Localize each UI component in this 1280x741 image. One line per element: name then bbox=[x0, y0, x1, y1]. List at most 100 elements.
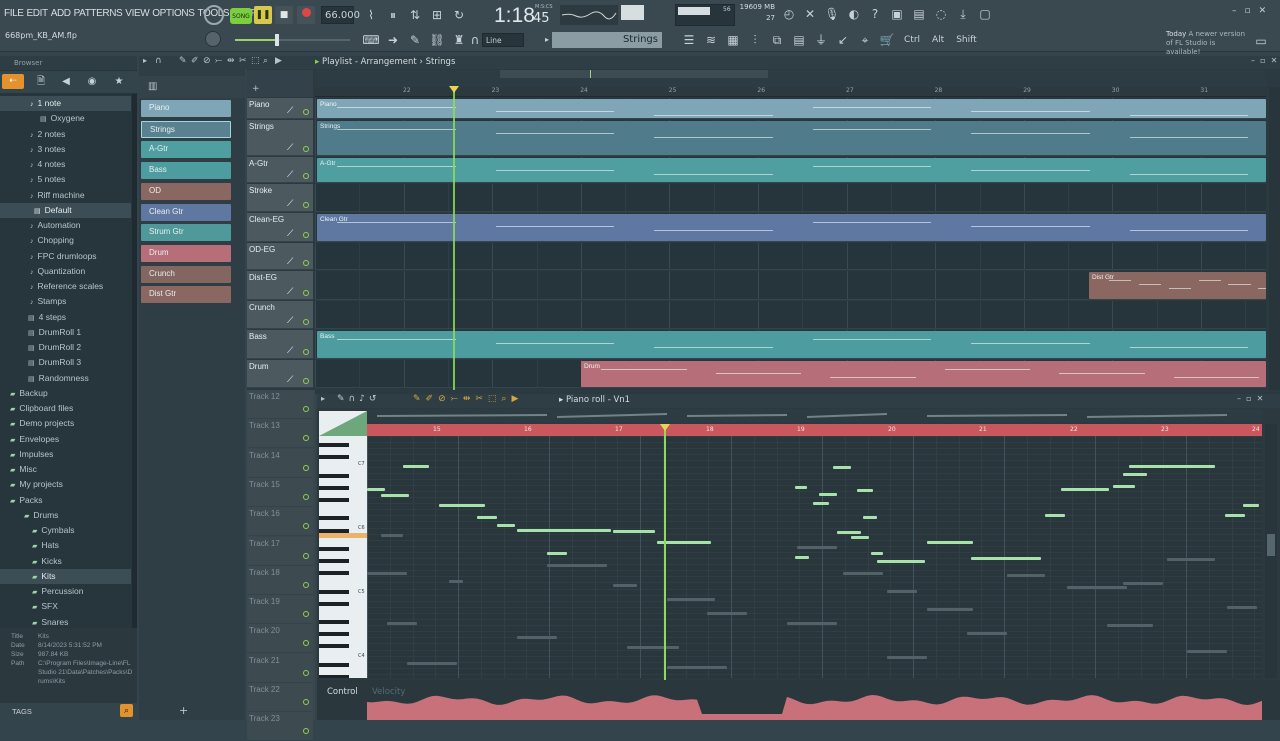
browser-scrollbar[interactable] bbox=[132, 94, 136, 664]
clip-clean-gtr[interactable]: Clean Gtr bbox=[317, 214, 1266, 241]
mixer-view-icon[interactable]: ⫶ bbox=[746, 31, 764, 49]
black-key[interactable] bbox=[319, 644, 349, 649]
note[interactable] bbox=[927, 541, 973, 544]
download-icon[interactable]: ⤓ bbox=[954, 5, 972, 23]
track-mute-icon[interactable] bbox=[303, 173, 309, 179]
black-key[interactable] bbox=[319, 528, 349, 533]
overview-window[interactable] bbox=[500, 70, 768, 78]
note[interactable] bbox=[547, 552, 567, 555]
browser-menu-button[interactable]: ⇠ bbox=[2, 74, 24, 89]
empty-track[interactable]: Track 18 bbox=[247, 565, 313, 595]
black-key[interactable] bbox=[319, 473, 349, 478]
mic-icon[interactable]: 🎙 bbox=[823, 5, 841, 23]
piano-keyboard[interactable]: C7 C6 C5 C4 bbox=[319, 411, 367, 678]
note[interactable] bbox=[381, 494, 409, 497]
master-pitch-knob[interactable] bbox=[205, 31, 221, 47]
volume-handle[interactable] bbox=[275, 34, 279, 46]
note[interactable] bbox=[1113, 485, 1135, 488]
black-key[interactable] bbox=[319, 674, 349, 678]
black-key[interactable] bbox=[319, 485, 349, 490]
add-channel-button[interactable]: + bbox=[179, 704, 188, 717]
track-mute-icon[interactable] bbox=[303, 581, 309, 588]
paint-icon[interactable]: ⌖ bbox=[856, 31, 874, 49]
track-mute-icon[interactable] bbox=[303, 109, 309, 115]
menu-item-edit[interactable]: EDIT bbox=[27, 8, 49, 19]
mod-key-shift[interactable]: Shift bbox=[956, 35, 976, 45]
browser-item[interactable]: ▰ Misc bbox=[0, 462, 131, 477]
track-mute-icon[interactable] bbox=[303, 146, 309, 152]
note[interactable] bbox=[477, 516, 497, 519]
pattern-selector[interactable]: Strings bbox=[552, 32, 662, 48]
slice-tool-icon[interactable]: ✂ bbox=[239, 56, 247, 66]
channel-rack-icon[interactable]: ≋ bbox=[702, 31, 720, 49]
empty-track[interactable]: Track 23 bbox=[247, 712, 313, 741]
channel-drum[interactable]: Drum bbox=[141, 244, 231, 262]
note[interactable] bbox=[877, 560, 925, 563]
note[interactable] bbox=[971, 557, 1041, 560]
keyboard-icon[interactable]: ⌨ bbox=[362, 31, 380, 49]
black-key[interactable] bbox=[319, 455, 349, 460]
note[interactable] bbox=[613, 530, 655, 533]
black-key[interactable] bbox=[319, 516, 349, 521]
browser-item[interactable]: ♪ 3 notes bbox=[0, 142, 131, 157]
browser-item[interactable]: ▰ Cymbals bbox=[0, 523, 131, 538]
empty-track[interactable]: Track 19 bbox=[247, 595, 313, 625]
browser-item[interactable]: ▰ Percussion bbox=[0, 584, 131, 599]
browser-item[interactable]: ♪ Chopping bbox=[0, 233, 131, 248]
black-key[interactable] bbox=[319, 601, 349, 606]
menu-item-view[interactable]: VIEW bbox=[125, 8, 149, 19]
search-icon[interactable]: ⌕ bbox=[120, 704, 133, 717]
channel-clean-gtr[interactable]: Clean Gtr bbox=[141, 203, 231, 221]
loop-record-icon[interactable]: ↻ bbox=[450, 6, 468, 24]
browser-item[interactable]: ▰ Clipboard files bbox=[0, 401, 131, 416]
plugin-icon[interactable]: ◀ bbox=[57, 73, 75, 91]
clip-drum[interactable]: Drum bbox=[581, 361, 1266, 387]
note[interactable] bbox=[1243, 504, 1259, 507]
play-button[interactable]: ❚❚ bbox=[254, 6, 272, 24]
empty-track[interactable]: Track 14 bbox=[247, 448, 313, 478]
pin-icon[interactable]: ↙ bbox=[834, 31, 852, 49]
note[interactable] bbox=[813, 502, 829, 505]
playlist-icon[interactable]: ☰ bbox=[680, 31, 698, 49]
plugin-picker-icon[interactable]: ⧉ bbox=[768, 31, 786, 49]
browser-item[interactable]: ▰ SFX bbox=[0, 599, 131, 614]
browser-item[interactable]: ▤ Oxygene bbox=[0, 111, 131, 126]
menu-item-add[interactable]: ADD bbox=[51, 8, 71, 19]
empty-track[interactable]: Track 20 bbox=[247, 624, 313, 654]
mute-tool-icon[interactable]: ⤚ bbox=[215, 56, 222, 66]
mixer-icon[interactable]: ✕ bbox=[801, 5, 819, 23]
browser-item[interactable]: ♪ 2 notes bbox=[0, 127, 131, 142]
black-key[interactable] bbox=[319, 662, 349, 667]
channel-strum-gtr[interactable]: Strum Gtr bbox=[141, 224, 231, 242]
channel-strings[interactable]: Strings bbox=[141, 120, 231, 138]
track-header[interactable]: Stroke ⟋ bbox=[247, 184, 313, 212]
pr-window-controls[interactable]: – ▫ ✕ bbox=[1237, 394, 1263, 403]
slip-tool-icon[interactable]: ⇹ bbox=[227, 56, 235, 66]
playlist-window-controls[interactable]: – ▫ ✕ bbox=[1251, 56, 1277, 65]
track-lane[interactable] bbox=[315, 184, 1266, 212]
track-mute-icon[interactable] bbox=[303, 552, 309, 559]
browser-item[interactable]: ▰ Hats bbox=[0, 538, 131, 553]
track-header[interactable]: Piano ⟋ bbox=[247, 98, 313, 119]
track-header[interactable]: Drum ⟋ bbox=[247, 360, 313, 388]
track-mute-icon[interactable] bbox=[303, 435, 309, 442]
control-lane[interactable]: Control Velocity bbox=[317, 680, 1280, 720]
window-icon[interactable]: ▢ bbox=[976, 5, 994, 23]
channel-a-gtr[interactable]: A-Gtr bbox=[141, 141, 231, 159]
pr-playhead-marker-icon[interactable] bbox=[660, 424, 670, 431]
mod-key-alt[interactable]: Alt bbox=[932, 35, 944, 45]
empty-track[interactable]: Track 12 bbox=[247, 390, 313, 419]
playback-tool-icon[interactable]: ▶ bbox=[275, 56, 282, 66]
browser-item[interactable]: ♪ 5 notes bbox=[0, 172, 131, 187]
template-icon[interactable]: ▤ bbox=[790, 31, 808, 49]
news-icon[interactable]: ▭ bbox=[1252, 32, 1270, 50]
note[interactable] bbox=[819, 493, 837, 496]
note[interactable] bbox=[863, 516, 877, 519]
browser-item[interactable]: ▤ DrumRoll 2 bbox=[0, 340, 131, 355]
pr-playhead[interactable] bbox=[664, 424, 666, 720]
note[interactable] bbox=[1045, 514, 1065, 517]
record-button[interactable] bbox=[297, 6, 315, 24]
note[interactable] bbox=[833, 466, 851, 469]
menu-item-options[interactable]: OPTIONS bbox=[152, 8, 195, 19]
note[interactable] bbox=[857, 489, 873, 492]
